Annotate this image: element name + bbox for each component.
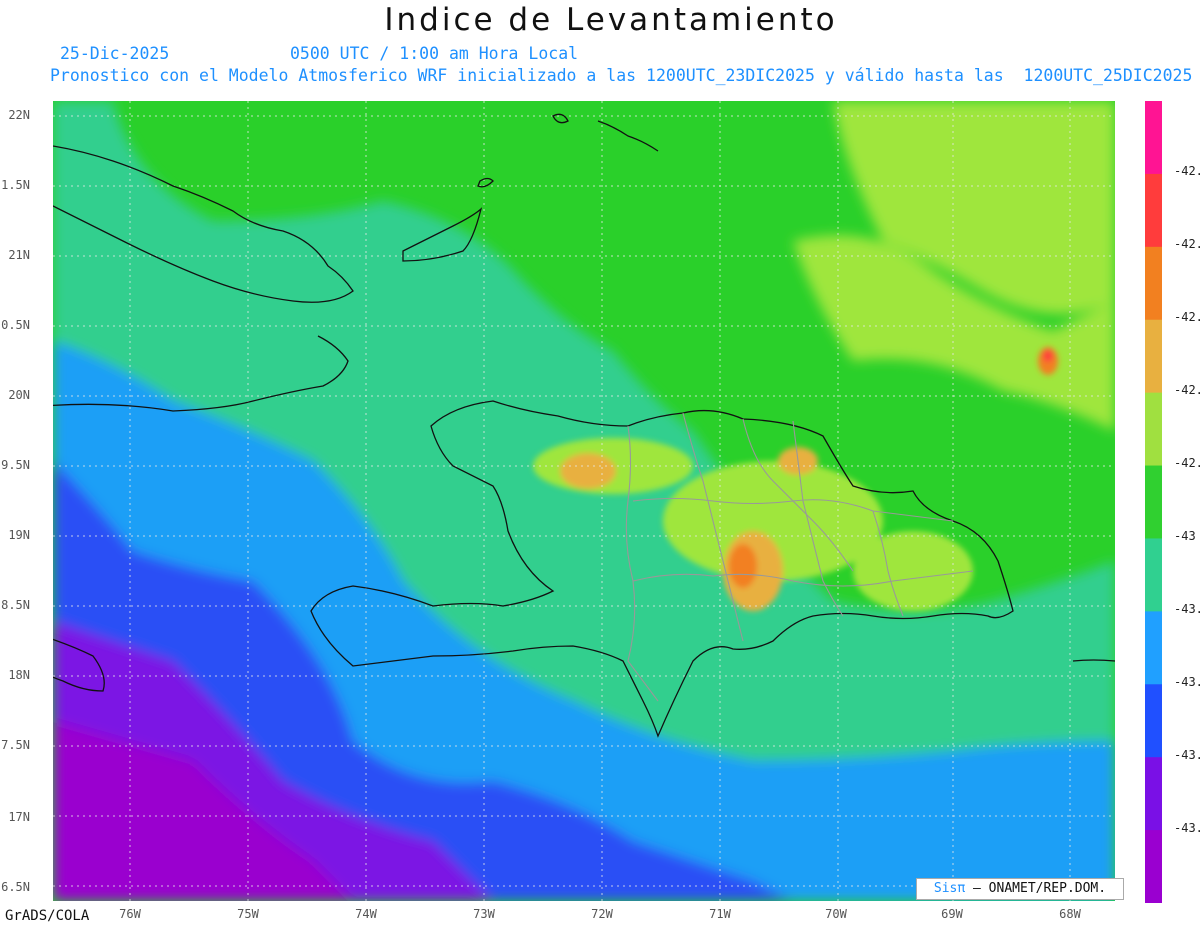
- colorbar-swatch: [1145, 246, 1162, 321]
- lifted-index-map: [53, 101, 1115, 901]
- colorbar-label: -42.9: [1174, 456, 1200, 470]
- lon-label-75w: 75W: [237, 907, 259, 921]
- colorbar-label: -43: [1174, 529, 1196, 543]
- lon-label-68w: 68W: [1059, 907, 1081, 921]
- lat-label-16-5n: 6.5N: [1, 880, 30, 894]
- map-title: Indice de Levantamiento: [384, 2, 838, 38]
- lon-label-71w: 71W: [709, 907, 731, 921]
- colorbar-swatch: [1145, 684, 1162, 758]
- lon-label-73w: 73W: [473, 907, 495, 921]
- grads-footer: GrADS/COLA: [5, 908, 90, 924]
- forecast-description: Pronostico con el Modelo Atmosferico WRF…: [50, 66, 1193, 85]
- colorbar-label: -42.6: [1174, 237, 1200, 251]
- colorbar: [1145, 101, 1162, 904]
- lat-label-18-5n: 8.5N: [1, 598, 30, 612]
- credit-prefix: Sisπ: [933, 881, 966, 896]
- colorbar-swatch: [1145, 173, 1162, 248]
- lon-label-69w: 69W: [941, 907, 963, 921]
- colorbar-swatch: [1145, 611, 1162, 685]
- colorbar-swatch: [1145, 392, 1162, 467]
- lat-label-21n: 21N: [8, 248, 30, 262]
- colorbar-label: -43.4: [1174, 821, 1200, 835]
- colorbar-label: -43.2: [1174, 675, 1200, 689]
- lat-label-17n: 17N: [8, 810, 30, 824]
- colorbar-swatch: [1145, 319, 1162, 394]
- credit-text: – ONAMET/REP.DOM.: [973, 881, 1107, 896]
- colorbar-label: -42.8: [1174, 383, 1200, 397]
- forecast-date: 25-Dic-2025: [60, 44, 170, 63]
- colorbar-swatch: [1145, 465, 1162, 539]
- lon-label-72w: 72W: [591, 907, 613, 921]
- lat-label-21-5n: 1.5N: [1, 178, 30, 192]
- colorbar-label: -43.1: [1174, 602, 1200, 616]
- colorbar-swatch: [1145, 830, 1162, 904]
- lon-label-76w: 76W: [119, 907, 141, 921]
- lat-label-19-5n: 9.5N: [1, 458, 30, 472]
- colorbar-label: -42.7: [1174, 310, 1200, 324]
- lon-label-70w: 70W: [825, 907, 847, 921]
- lat-label-20-5n: 0.5N: [1, 318, 30, 332]
- lat-label-17-5n: 7.5N: [1, 738, 30, 752]
- colorbar-swatch: [1145, 538, 1162, 612]
- colorbar-swatch: [1145, 757, 1162, 831]
- colorbar-swatch: [1145, 101, 1162, 175]
- lon-label-74w: 74W: [355, 907, 377, 921]
- lat-label-18n: 18N: [8, 668, 30, 682]
- lat-label-20n: 20N: [8, 388, 30, 402]
- lat-label-19n: 19N: [8, 528, 30, 542]
- colorbar-label: -43.3: [1174, 748, 1200, 762]
- lat-label-22n: 22N: [8, 108, 30, 122]
- colorbar-label: -42.5: [1174, 164, 1200, 178]
- forecast-time: 0500 UTC / 1:00 am Hora Local: [290, 44, 579, 63]
- credit-box: Sisπ – ONAMET/REP.DOM.: [916, 878, 1124, 900]
